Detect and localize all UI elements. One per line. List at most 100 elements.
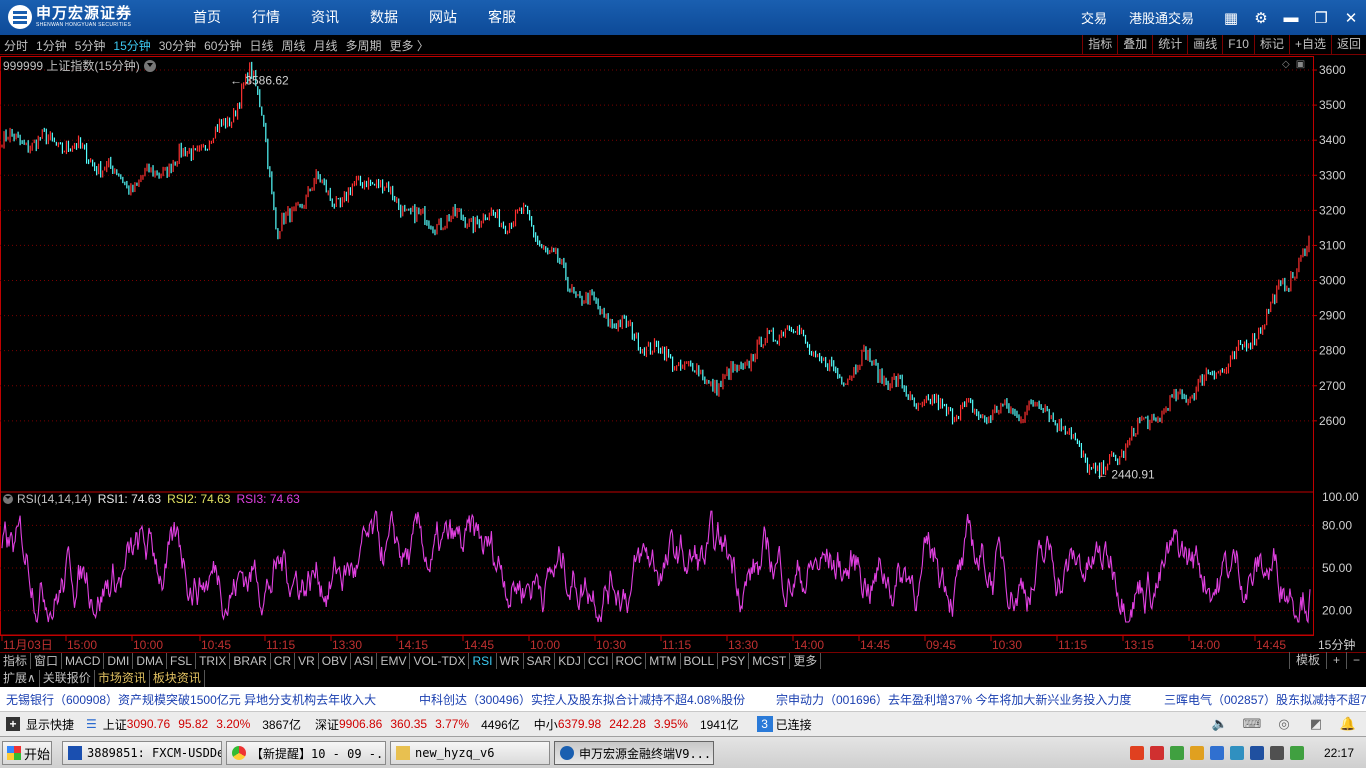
tab-market-news[interactable]: 市场资讯 [95, 670, 150, 687]
start-button[interactable]: 开始 [2, 741, 52, 765]
period-tab[interactable]: 日线 [249, 37, 273, 54]
period-tab[interactable]: 60分钟 [204, 37, 241, 54]
indicator-tab[interactable]: KDJ [555, 653, 585, 669]
chart-toolbar-button[interactable]: 统计 [1152, 35, 1187, 55]
news-item[interactable]: 中科创达（300496）实控人及股东拟合计减持不超4.08%股份 [419, 691, 745, 708]
indicator-tab[interactable]: TRIX [196, 653, 231, 669]
chart-toolbar-button[interactable]: 标记 [1253, 35, 1289, 55]
zx-index-price: 6379.98 [557, 717, 602, 731]
indicator-tab[interactable]: OBV [319, 653, 352, 669]
indicator-tab[interactable]: ASI [351, 653, 378, 669]
news-item[interactable]: 三晖电气（002857）股东拟减持不超7 [1164, 691, 1366, 708]
chart-toolbar-button[interactable]: 指标 [1082, 35, 1117, 55]
tab-related-quotes[interactable]: 关联报价 [40, 670, 95, 687]
tab-sector-news[interactable]: 板块资讯 [150, 670, 205, 687]
indicator-tab[interactable]: VOL-TDX [410, 653, 470, 669]
tray-icon[interactable] [1189, 746, 1204, 760]
indicator-tab[interactable]: MCST [749, 653, 791, 669]
period-tab[interactable]: 5分钟 [75, 37, 106, 54]
indicator-tab[interactable]: BOLL [681, 653, 719, 669]
indicator-tab[interactable]: DMA [133, 653, 168, 669]
tray-icon[interactable] [1149, 746, 1164, 760]
indicator-tab[interactable]: CR [271, 653, 296, 669]
indicator-tab[interactable]: VR [295, 653, 319, 669]
indicator-tab[interactable]: SAR [524, 653, 556, 669]
x-tick-label: 11月03日 [3, 638, 53, 652]
speaker-icon[interactable]: 🔈 [1210, 715, 1230, 733]
gear-icon[interactable]: ⚙ [1246, 0, 1276, 35]
chart-toolbar-button[interactable]: F10 [1222, 35, 1254, 55]
nav-home[interactable]: 首页 [193, 0, 221, 35]
tab-expand[interactable]: 扩展∧ [0, 670, 40, 687]
indicator-tabs-control[interactable]: + [1325, 652, 1346, 669]
indicator-tab[interactable]: BRAR [230, 653, 271, 669]
tray-icon[interactable] [1289, 746, 1304, 760]
bell-icon[interactable]: 🔔 [1338, 715, 1358, 733]
taskbar-item-active[interactable]: 申万宏源金融终端V9.... [554, 741, 714, 765]
tray-icon[interactable] [1129, 746, 1144, 760]
indicator-tab[interactable]: ROC [613, 653, 647, 669]
brand-logo[interactable]: 申万宏源证券 SHENWAN HONGYUAN SECURITIES [8, 5, 132, 29]
tray-icon[interactable] [1229, 746, 1244, 760]
indicator-tab[interactable]: MTM [646, 653, 681, 669]
x-tick-label: 10:30 [596, 638, 626, 652]
diamond-icon[interactable]: ◇ [1282, 59, 1290, 70]
indicator-tab[interactable]: PSY [718, 653, 750, 669]
indicator-tab[interactable]: RSI [469, 653, 497, 669]
indicator-tab[interactable]: FSL [167, 653, 197, 669]
indicator-tab[interactable]: 更多 [790, 653, 822, 669]
hk-connect-trade-link[interactable]: 港股通交易 [1129, 8, 1194, 27]
nav-data[interactable]: 数据 [370, 0, 398, 35]
period-tab[interactable]: 月线 [314, 37, 338, 54]
indicator-tabs-control[interactable]: − [1345, 652, 1366, 669]
nav-service[interactable]: 客服 [488, 0, 516, 35]
news-item[interactable]: 宗申动力（001696）去年盈利增37% 今年将加大新兴业务投入力度 [776, 691, 1131, 708]
chart-toolbar-button[interactable]: 返回 [1330, 35, 1366, 55]
nav-quotes[interactable]: 行情 [252, 0, 280, 35]
period-tab[interactable]: 周线 [281, 37, 305, 54]
indicator-tab[interactable]: WR [497, 653, 524, 669]
taskbar-item[interactable]: new_hyzq_v6 [390, 741, 550, 765]
keyboard-icon[interactable]: ⌨ [1242, 715, 1262, 733]
period-tab[interactable]: 分时 [4, 37, 28, 54]
chart-toolbar-button[interactable]: +自选 [1288, 35, 1331, 55]
period-tab[interactable]: 更多 〉 [390, 37, 429, 54]
period-tab[interactable]: 30分钟 [159, 37, 196, 54]
show-shortcut-label[interactable]: 显示快捷 [26, 716, 74, 733]
period-tab[interactable]: 1分钟 [36, 37, 67, 54]
connection-status[interactable]: 已连接 [776, 716, 812, 733]
tray-icon[interactable] [1209, 746, 1224, 760]
tray-icon[interactable] [1169, 746, 1184, 760]
news-item[interactable]: 无锡银行（600908）资产规模突破1500亿元 异地分支机构去年收入大 [6, 691, 376, 708]
close-icon[interactable]: ✕ [1336, 0, 1366, 35]
bluetooth-icon[interactable] [1249, 746, 1264, 760]
chart-toolbar-button[interactable]: 画线 [1187, 35, 1222, 55]
minimize-icon[interactable]: ▬ [1276, 0, 1306, 35]
chart-toolbar-button[interactable]: 叠加 [1117, 35, 1152, 55]
indicator-tab[interactable]: CCI [585, 653, 613, 669]
logo-cn-text: 申万宏源证券 [36, 5, 133, 22]
search-icon[interactable]: ◎ [1274, 715, 1294, 733]
pin-icon[interactable]: ◩ [1306, 715, 1326, 733]
rsi-dropdown-icon[interactable] [3, 494, 13, 504]
period-tab[interactable]: 多周期 [346, 37, 382, 54]
trade-link[interactable]: 交易 [1081, 8, 1107, 27]
period-tab[interactable]: 15分钟 [113, 37, 150, 54]
indicator-tab[interactable]: DMI [104, 653, 134, 669]
kline-chart[interactable]: 3600 3500 3400 3300 3200 3100 3000 2900 2800 2700… [0, 56, 1366, 652]
taskbar-item[interactable]: 【新提醒】10 - 09 -... [226, 741, 386, 765]
chart-dropdown-icon[interactable] [143, 59, 156, 72]
restore-icon[interactable]: ❐ [1306, 0, 1336, 35]
network-icon[interactable] [1269, 746, 1284, 760]
indicator-tab[interactable]: 指标 [0, 653, 32, 669]
grid-icon[interactable]: ▦ [1216, 0, 1246, 35]
indicator-tab[interactable]: 窗口 [31, 653, 63, 669]
indicator-tab[interactable]: EMV [377, 653, 411, 669]
nav-news[interactable]: 资讯 [311, 0, 339, 35]
indicator-tabs-control[interactable]: 模板 [1288, 652, 1326, 669]
taskbar-item[interactable]: 3889851: FXCM-USDDe... [62, 741, 222, 765]
plus-icon[interactable]: + [6, 717, 20, 731]
panel-toggle-icon[interactable]: ▣ [1296, 59, 1305, 70]
indicator-tab[interactable]: MACD [62, 653, 105, 669]
nav-website[interactable]: 网站 [429, 0, 457, 35]
